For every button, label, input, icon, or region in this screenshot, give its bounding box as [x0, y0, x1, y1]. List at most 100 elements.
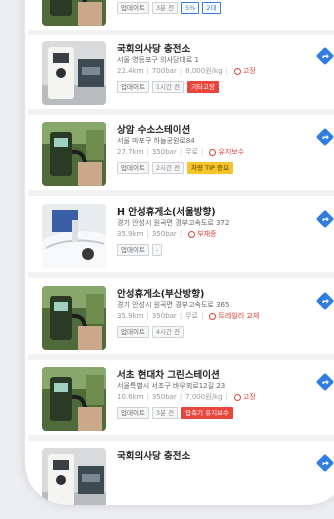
station-address: 경기 안성시 원곡면 경부고속도로 365	[117, 301, 230, 309]
station-meta: 10.6km | 350bar | 7,000원/kg | 고장	[117, 392, 256, 402]
navigate-arrow-icon[interactable]	[316, 210, 334, 228]
meta-separator: |	[179, 230, 183, 238]
station-thumbnail	[42, 41, 106, 105]
station-badge: 5%	[181, 2, 200, 14]
meta-separator: |	[179, 148, 183, 156]
meta-separator: |	[179, 67, 183, 75]
station-distance: 35.9km	[117, 230, 144, 238]
station-badges: 업데이트 1시간 전 기타고장	[117, 81, 219, 93]
status-indicator: 고장	[233, 66, 256, 76]
status-indicator: 트레일러 교체	[209, 311, 259, 321]
station-badge: 1시간 전	[151, 81, 185, 93]
station-address: 서울 마포구 하늘공원로84	[117, 137, 195, 145]
station-card[interactable]: 상암 수소스테이션 서울 마포구 하늘공원로84 27.7km | 350bar | 무료 |…	[28, 116, 334, 196]
station-distance: 22.4km	[117, 67, 144, 75]
meta-separator: |	[146, 67, 149, 75]
station-badge: 압축기 유지보수	[181, 407, 234, 419]
station-address: 서울특별시 서초구 바우뫼로12길 23	[117, 382, 226, 390]
navigate-arrow-icon[interactable]	[316, 128, 334, 146]
station-address: 서울 영등포구 의사당대로 1	[117, 56, 199, 64]
station-badge: 업데이트	[117, 244, 149, 256]
station-distance: 10.6km	[117, 393, 144, 401]
station-pressure: 350bar	[151, 230, 177, 238]
status-label: 유지보수	[218, 148, 245, 156]
status-circle-icon	[188, 230, 196, 238]
station-card[interactable]: 서초 현대차 그린스테이션 서울특별시 서초구 바우뫼로12길 23 10.6km |…	[28, 361, 334, 441]
meta-separator: |	[146, 393, 149, 401]
station-badge: 4시간 전	[151, 326, 185, 338]
station-thumbnail	[42, 204, 106, 268]
meta-separator: |	[146, 312, 149, 320]
status-indicator: 고장	[233, 392, 256, 402]
status-circle-icon	[233, 67, 241, 75]
station-badge: 차량 TIP 중요	[187, 162, 233, 174]
station-price: 무료	[185, 312, 199, 320]
station-distance: 35.9km	[117, 312, 144, 320]
station-pressure: 350bar	[151, 148, 177, 156]
status-indicator: 부재중	[188, 229, 217, 239]
station-price: 8,000원/kg	[185, 67, 223, 75]
meta-separator: |	[225, 67, 228, 75]
station-address: 경기 안성시 원곡면 경부고속도로 372	[117, 219, 230, 227]
station-thumbnail	[42, 367, 106, 431]
navigate-arrow-icon[interactable]	[316, 292, 334, 310]
station-badge: 업데이트	[117, 81, 149, 93]
station-price: 7,000원/kg	[185, 393, 223, 401]
station-badge: 업데이트	[117, 407, 149, 419]
station-thumbnail	[42, 448, 106, 505]
station-meta: 35.9km | 350bar | 무료 | 트레일러 교체	[117, 311, 259, 321]
status-label: 고장	[242, 67, 256, 75]
station-badges: 업데이트 4시간 전	[117, 326, 185, 338]
station-name: H 안성휴게소(서울방향)	[117, 207, 216, 218]
station-card[interactable]: 국회의사당 충전소 서울 영등포구 의사당대로 1 22.4km | 700bar | 8,…	[28, 35, 334, 115]
meta-separator: |	[179, 393, 183, 401]
station-pressure: 350bar	[151, 312, 177, 320]
station-badge: 업데이트	[117, 326, 149, 338]
navigate-arrow-icon[interactable]	[316, 47, 334, 65]
station-meta: 22.4km | 700bar | 8,000원/kg | 고장	[117, 66, 256, 76]
navigate-arrow-icon[interactable]	[316, 454, 334, 472]
meta-separator: |	[225, 393, 228, 401]
meta-separator: |	[146, 148, 149, 156]
station-badge: 2시간 전	[151, 162, 185, 174]
station-thumbnail	[42, 0, 106, 26]
station-name: 국회의사당 충전소	[117, 44, 191, 55]
station-meta: 27.7km | 350bar | 무료 | 유지보수	[117, 147, 244, 157]
phone-frame: 서울특별시 서초구 바우뫼로12길 2310.6km|350bar|7,000원…	[24, 0, 334, 505]
station-price: 무료	[185, 148, 199, 156]
station-badge: 업데이트	[117, 162, 149, 174]
meta-separator: |	[146, 230, 149, 238]
station-badge: 2대	[202, 2, 221, 14]
station-name: 상암 수소스테이션	[117, 125, 191, 136]
status-circle-icon	[209, 312, 217, 320]
station-badges: 업데이트 2시간 전 차량 TIP 중요	[117, 162, 233, 174]
station-name: 안성휴게소(부산방향)	[117, 289, 205, 300]
meta-separator: |	[201, 148, 204, 156]
station-badges: 업데이트 -	[117, 244, 163, 256]
status-circle-icon	[209, 148, 217, 156]
status-indicator: 유지보수	[209, 147, 244, 157]
station-meta: 35.9km | 350bar | 부재중	[117, 229, 217, 239]
status-label: 트레일러 교체	[218, 312, 260, 320]
station-thumbnail	[42, 286, 106, 350]
status-circle-icon	[233, 393, 241, 401]
station-name: 서초 현대차 그린스테이션	[117, 370, 220, 381]
station-card[interactable]: 서울특별시 서초구 바우뫼로12길 2310.6km|350bar|7,000원…	[28, 0, 334, 36]
station-badges: 업데이트 3분 전 5% 2대	[117, 2, 221, 14]
meta-separator: |	[179, 312, 183, 320]
station-badges: 업데이트 3분 전 압축기 유지보수	[117, 407, 234, 419]
status-label: 부재중	[197, 230, 217, 238]
station-distance: 27.7km	[117, 148, 144, 156]
meta-separator: |	[201, 312, 204, 320]
station-badge: 업데이트	[117, 2, 149, 14]
station-card[interactable]: 국회의사당 충전소	[28, 442, 334, 505]
station-card[interactable]: 안성휴게소(부산방향) 경기 안성시 원곡면 경부고속도로 365 35.9km | 3…	[28, 280, 334, 360]
navigate-arrow-icon[interactable]	[316, 373, 334, 391]
station-pressure: 350bar	[151, 393, 177, 401]
station-badge: 3분 전	[151, 2, 179, 14]
station-card[interactable]: H 안성휴게소(서울방향) 경기 안성시 원곡면 경부고속도로 372 35.9km…	[28, 198, 334, 278]
status-label: 고장	[242, 393, 256, 401]
station-list[interactable]: 서울특별시 서초구 바우뫼로12길 2310.6km|350bar|7,000원…	[28, 0, 334, 505]
station-thumbnail	[42, 122, 106, 186]
station-name: 국회의사당 충전소	[117, 451, 191, 462]
